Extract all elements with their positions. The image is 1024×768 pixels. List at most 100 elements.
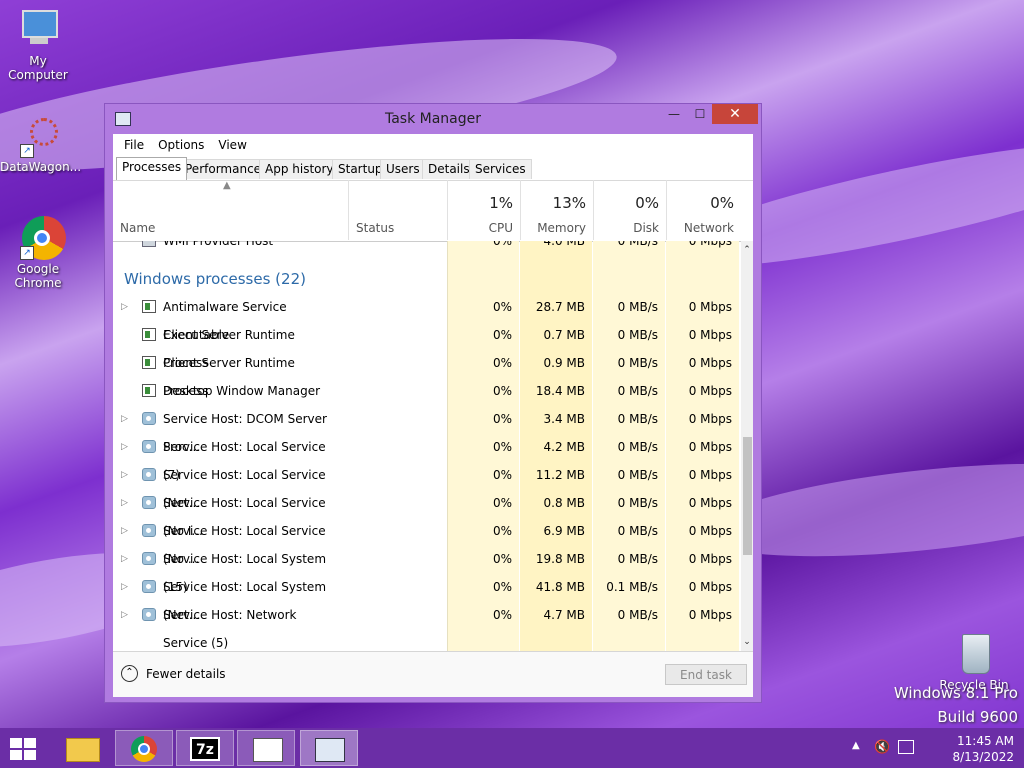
process-disk: 0 MB/s [617, 412, 658, 426]
volume-muted-icon[interactable]: 🔇 [874, 740, 890, 755]
process-disk: 0 MB/s [617, 328, 658, 342]
process-row[interactable]: ▷ Service Host: DCOM Server Proc... 0% 3.4 … [113, 405, 739, 454]
chevron-up-icon: ⌃ [121, 665, 138, 682]
tab-details[interactable]: Details [422, 159, 476, 179]
end-task-button[interactable]: End task [665, 664, 747, 685]
expand-chevron-icon[interactable]: ▷ [121, 461, 128, 489]
process-row[interactable]: Client Server Runtime Process 0% 0.7 MB 0 M… [113, 321, 739, 370]
scroll-up-icon[interactable]: ⌃ [741, 243, 753, 257]
process-memory: 19.8 MB [535, 552, 585, 566]
column-header-memory[interactable]: 13% Memory [520, 180, 593, 240]
process-cpu: 0% [492, 608, 512, 622]
title-bar[interactable]: Task Manager — ☐ ✕ [105, 104, 761, 134]
windows-logo-icon [10, 738, 22, 748]
process-row[interactable]: ▷ Antimalware Service Executable 0% 28.7 MB… [113, 293, 739, 342]
process-name: Service Host: Local Service (No ... [163, 524, 326, 566]
process-row[interactable]: Desktop Window Manager 0% 18.4 MB 0 MB/s 0 M… [113, 377, 739, 405]
recycle-bin-icon [952, 632, 996, 676]
expand-chevron-icon[interactable]: ▷ [121, 517, 128, 545]
desktop-icon-datawagon[interactable]: ↗ DataWagon... [0, 114, 81, 174]
minimize-button[interactable]: — [661, 104, 687, 124]
process-row[interactable]: ▷ Service Host: Local Service (No ... 0% 6.… [113, 517, 739, 566]
tab-performance[interactable]: Performance [179, 159, 268, 179]
taskbar: 7z ▲ 🔇 11:45 AM 8/13/2022 [0, 728, 1024, 768]
desktop-icon-google-chrome[interactable]: ↗ Google Chrome [0, 216, 76, 290]
desktop-icon-recycle-bin[interactable]: Recycle Bin [936, 632, 1012, 692]
tab-users[interactable]: Users [380, 159, 426, 179]
process-network: 0 Mbps [688, 356, 732, 370]
explorer-window-icon [253, 738, 283, 762]
desktop-icon-label: My Computer [8, 54, 68, 82]
process-cpu: 0% [492, 552, 512, 566]
tab-app-history[interactable]: App history [259, 159, 340, 179]
process-memory: 3.4 MB [543, 412, 585, 426]
expand-chevron-icon[interactable]: ▷ [121, 293, 128, 321]
process-row[interactable]: WMI Provider Host 0% 4.0 MB 0 MB/s 0 Mbps [113, 241, 739, 255]
process-disk: 0 MB/s [617, 440, 658, 454]
desktop-icon-label: Google Chrome [14, 262, 62, 290]
taskbar-clock[interactable]: 11:45 AM 8/13/2022 [952, 733, 1014, 765]
column-header-cpu[interactable]: 1% CPU [447, 180, 520, 240]
process-network: 0 Mbps [688, 440, 732, 454]
window-icon [142, 356, 156, 369]
process-row[interactable]: ▷ Service Host: Local Service (No I... 0% 0… [113, 489, 739, 538]
menu-file[interactable]: File [117, 138, 151, 152]
fewer-details-button[interactable]: ⌃ Fewer details [121, 665, 226, 682]
taskbar-explorer-window[interactable] [237, 730, 295, 766]
windows-build-watermark: Build 9600 [937, 708, 1018, 726]
tab-processes[interactable]: Processes [116, 157, 188, 180]
process-memory: 0.8 MB [543, 496, 585, 510]
scrollbar-thumb[interactable] [743, 437, 752, 555]
taskbar-chrome[interactable] [115, 730, 173, 766]
process-row[interactable]: Client Server Runtime Process 0% 0.9 MB 0 M… [113, 349, 739, 398]
task-manager-icon [315, 738, 345, 762]
column-header-network[interactable]: 0% Network [666, 180, 741, 240]
process-cpu: 0% [492, 356, 512, 370]
process-row[interactable]: ▷ Service Host: Network Service (5) 0% 4.7 … [113, 601, 739, 650]
expand-chevron-icon[interactable]: ▷ [121, 545, 128, 573]
scroll-down-icon[interactable]: ⌄ [741, 635, 753, 649]
expand-chevron-icon[interactable]: ▷ [121, 405, 128, 433]
vertical-scrollbar[interactable]: ⌃ ⌄ [741, 241, 753, 651]
gear-icon [142, 496, 156, 509]
process-cpu: 0% [492, 524, 512, 538]
process-row[interactable]: ▷ Service Host: Local System (15) 0% 19.8 M… [113, 545, 739, 594]
start-button[interactable] [10, 738, 38, 760]
menu-options[interactable]: Options [151, 138, 211, 152]
column-header-status[interactable]: Status [348, 180, 447, 240]
process-disk: 0 MB/s [617, 608, 658, 622]
process-cpu: 0% [492, 440, 512, 454]
taskbar-file-explorer[interactable] [54, 730, 112, 766]
taskbar-task-manager[interactable] [300, 730, 358, 766]
process-list: WMI Provider Host 0% 4.0 MB 0 MB/s 0 Mbps Win… [113, 241, 753, 651]
process-memory: 0.7 MB [543, 328, 585, 342]
process-row[interactable]: ▷ Service Host: Local System (Net... 0% 41.… [113, 573, 739, 622]
expand-chevron-icon[interactable]: ▷ [121, 573, 128, 601]
process-row[interactable]: ▷ Service Host: Local Service (7) 0% 4.2 MB… [113, 433, 739, 482]
menu-view[interactable]: View [211, 138, 253, 152]
process-network: 0 Mbps [688, 552, 732, 566]
network-icon[interactable] [898, 740, 914, 754]
expand-chevron-icon[interactable]: ▷ [121, 601, 128, 629]
column-header-disk[interactable]: 0% Disk [593, 180, 666, 240]
desktop-icon-my-computer[interactable]: My Computer [0, 8, 76, 82]
process-name: Client Server Runtime Process [163, 356, 295, 398]
gear-icon [142, 440, 156, 453]
tab-services[interactable]: Services [469, 159, 532, 179]
expand-chevron-icon[interactable]: ▷ [121, 489, 128, 517]
gear-icon [142, 552, 156, 565]
process-network: 0 Mbps [688, 524, 732, 538]
expand-chevron-icon[interactable]: ▷ [121, 433, 128, 461]
process-disk: 0 MB/s [617, 241, 658, 248]
process-network: 0 Mbps [688, 608, 732, 622]
process-disk: 0.1 MB/s [606, 580, 658, 594]
taskbar-7zip[interactable]: 7z [176, 730, 234, 766]
process-row[interactable]: ▷ Service Host: Local Service (Net... 0% 11… [113, 461, 739, 510]
maximize-button[interactable]: ☐ [687, 104, 713, 124]
process-cpu: 0% [492, 580, 512, 594]
group-title-windows-processes: Windows processes (22) [124, 270, 306, 288]
column-header-name[interactable]: Name [113, 180, 348, 240]
show-hidden-icons-icon[interactable]: ▲ [852, 740, 860, 751]
window-icon [142, 384, 156, 397]
close-button[interactable]: ✕ [712, 104, 758, 124]
